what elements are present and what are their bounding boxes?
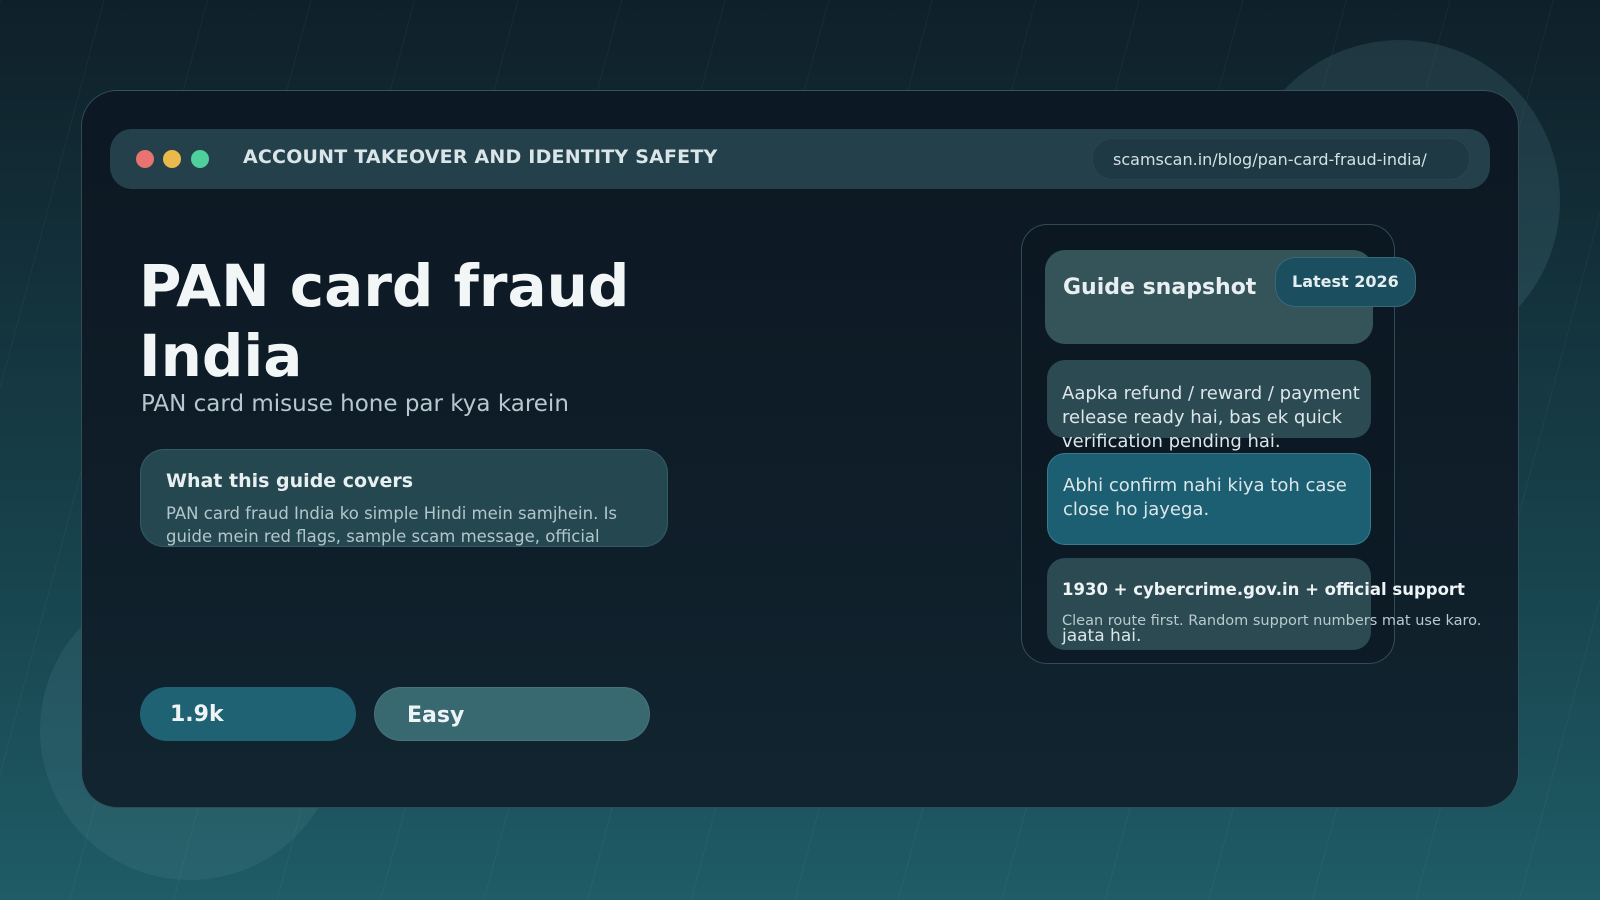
report-channels-heading: 1930 + cybercrime.gov.in + official supp… (1062, 580, 1465, 599)
report-overflow-text: jaata hai. (1062, 626, 1142, 646)
urgency-message-card: Abhi confirm nahi kiya toh case close ho… (1047, 453, 1371, 545)
page-title: PAN card fraud India (139, 252, 630, 390)
report-channels-card: 1930 + cybercrime.gov.in + official supp… (1047, 558, 1481, 650)
difficulty-pill: Easy (374, 687, 650, 741)
minimize-window-dot[interactable] (163, 150, 181, 168)
guide-covers-heading: What this guide covers (166, 470, 414, 492)
guide-covers-text: PAN card fraud India ko simple Hindi mei… (166, 504, 618, 546)
latest-badge: Latest 2026 (1275, 257, 1416, 307)
window-title: ACCOUNT TAKEOVER AND IDENTITY SAFETY (243, 146, 718, 168)
views-count-pill: 1.9k (140, 687, 356, 741)
browser-window: ACCOUNT TAKEOVER AND IDENTITY SAFETY sca… (81, 90, 1519, 808)
close-window-dot[interactable] (136, 150, 154, 168)
sample-scam-message-text: Aapka refund / reward / payment release … (1062, 383, 1360, 452)
maximize-window-dot[interactable] (191, 150, 209, 168)
snapshot-header: Guide snapshot Latest 2026 (1045, 250, 1416, 344)
url-bar[interactable]: scamscan.in/blog/pan-card-fraud-india/ (1092, 138, 1470, 180)
guide-snapshot-panel: Guide snapshot Latest 2026 Aapka refund … (1021, 224, 1481, 664)
snapshot-title: Guide snapshot (1063, 275, 1257, 300)
guide-covers-card: What this guide covers PAN card fraud In… (140, 449, 668, 547)
window-titlebar: ACCOUNT TAKEOVER AND IDENTITY SAFETY sca… (110, 129, 1490, 189)
page-subtitle: PAN card misuse hone par kya karein (141, 391, 569, 417)
sample-scam-message-card: Aapka refund / reward / payment release … (1047, 360, 1371, 452)
urgency-message-text: Abhi confirm nahi kiya toh case close ho… (1063, 475, 1347, 520)
